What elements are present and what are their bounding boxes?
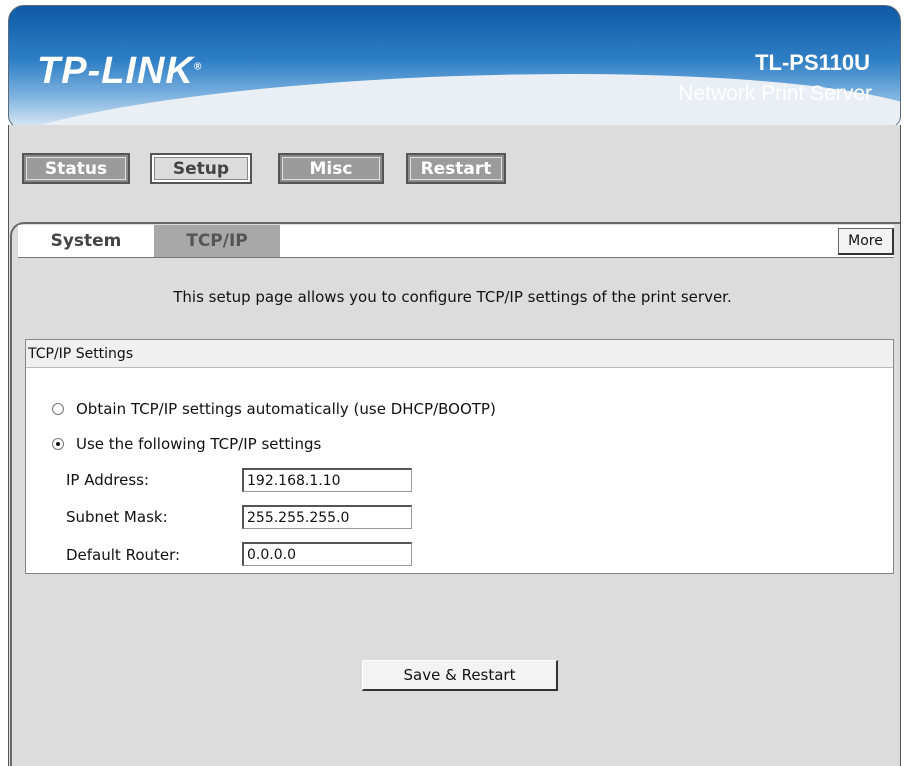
option-manual-label: Use the following TCP/IP settings bbox=[76, 435, 322, 453]
nav-restart-label: Restart bbox=[410, 157, 502, 180]
nav-restart-button[interactable]: Restart bbox=[406, 153, 506, 184]
default-router-input[interactable] bbox=[242, 542, 412, 566]
nav-status-label: Status bbox=[26, 157, 126, 180]
nav-setup-button[interactable]: Setup bbox=[150, 153, 252, 184]
brand-logo: TP-LINK® bbox=[37, 50, 203, 92]
subnet-mask-input[interactable] bbox=[242, 505, 412, 529]
ip-address-input[interactable] bbox=[242, 468, 412, 492]
settings-title: TCP/IP Settings bbox=[26, 340, 893, 368]
ip-address-label: IP Address: bbox=[66, 471, 150, 489]
save-restart-button[interactable]: Save & Restart bbox=[362, 660, 558, 691]
more-button[interactable]: More bbox=[838, 228, 894, 255]
default-router-label: Default Router: bbox=[66, 546, 181, 564]
nav-status-button[interactable]: Status bbox=[22, 153, 130, 184]
option-manual-radio[interactable] bbox=[52, 438, 64, 450]
option-manual-row[interactable]: Use the following TCP/IP settings bbox=[52, 435, 321, 453]
nav-misc-button[interactable]: Misc bbox=[278, 153, 384, 184]
tab-system[interactable]: System bbox=[18, 225, 154, 257]
option-auto-label: Obtain TCP/IP settings automatically (us… bbox=[76, 400, 496, 418]
header-banner: TP-LINK® TL-PS110U Network Print Server bbox=[8, 5, 901, 128]
subnet-mask-label: Subnet Mask: bbox=[66, 508, 168, 526]
tab-tcpip[interactable]: TCP/IP bbox=[154, 225, 280, 257]
tcpip-settings-box: TCP/IP Settings Obtain TCP/IP settings a… bbox=[25, 339, 894, 574]
nav-misc-label: Misc bbox=[282, 157, 380, 180]
nav-setup-label: Setup bbox=[154, 157, 248, 180]
sub-tab-bar: System TCP/IP More bbox=[18, 225, 894, 258]
option-auto-row[interactable]: Obtain TCP/IP settings automatically (us… bbox=[52, 400, 496, 418]
intro-text: This setup page allows you to configure … bbox=[173, 288, 732, 306]
option-auto-radio[interactable] bbox=[52, 403, 64, 415]
model-name: TL-PS110U bbox=[755, 50, 870, 75]
product-subtitle: Network Print Server bbox=[678, 82, 872, 105]
